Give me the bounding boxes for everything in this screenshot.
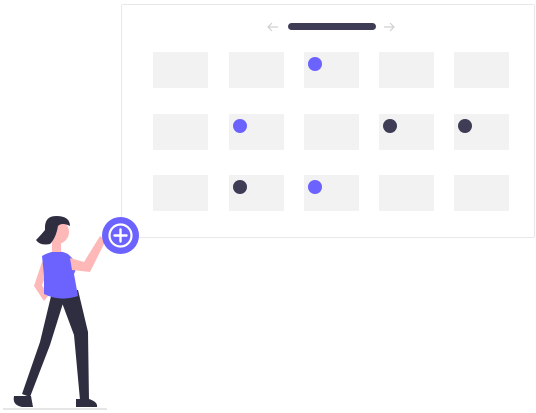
- leg-back: [22, 292, 64, 397]
- calendar-day-cell[interactable]: [379, 52, 434, 88]
- calendar-day-cell[interactable]: [229, 175, 284, 211]
- event-dot: [308, 180, 322, 194]
- calendar-day-cell[interactable]: [379, 114, 434, 150]
- arrow-left-icon[interactable]: [266, 20, 280, 34]
- shoe-right: [76, 399, 98, 407]
- event-dot: [233, 119, 247, 133]
- calendar-day-cell[interactable]: [454, 52, 509, 88]
- ground-line: [3, 408, 107, 410]
- arrow-right-icon[interactable]: [382, 20, 396, 34]
- event-dot: [233, 180, 247, 194]
- leg-front: [58, 290, 89, 400]
- calendar-day-cell[interactable]: [454, 175, 509, 211]
- calendar-day-cell[interactable]: [153, 52, 208, 88]
- event-dot: [458, 119, 472, 133]
- calendar-day-cell[interactable]: [229, 114, 284, 150]
- shoe-left: [13, 396, 33, 407]
- calendar-day-cell[interactable]: [229, 52, 284, 88]
- arm-raised: [70, 236, 106, 272]
- calendar-panel: [121, 4, 535, 238]
- shirt: [42, 251, 78, 299]
- event-dot: [383, 119, 397, 133]
- calendar-day-cell[interactable]: [304, 114, 359, 150]
- calendar-day-cell[interactable]: [304, 175, 359, 211]
- calendar-day-cell[interactable]: [304, 52, 359, 88]
- person-illustration: [13, 216, 106, 407]
- calendar-day-cell[interactable]: [454, 114, 509, 150]
- add-event-button[interactable]: [102, 217, 139, 254]
- month-title-placeholder: [288, 23, 376, 30]
- plus-icon: [108, 223, 133, 248]
- event-dot: [308, 57, 322, 71]
- calendar-day-cell[interactable]: [153, 175, 208, 211]
- calendar-day-cell[interactable]: [379, 175, 434, 211]
- calendar-day-cell[interactable]: [153, 114, 208, 150]
